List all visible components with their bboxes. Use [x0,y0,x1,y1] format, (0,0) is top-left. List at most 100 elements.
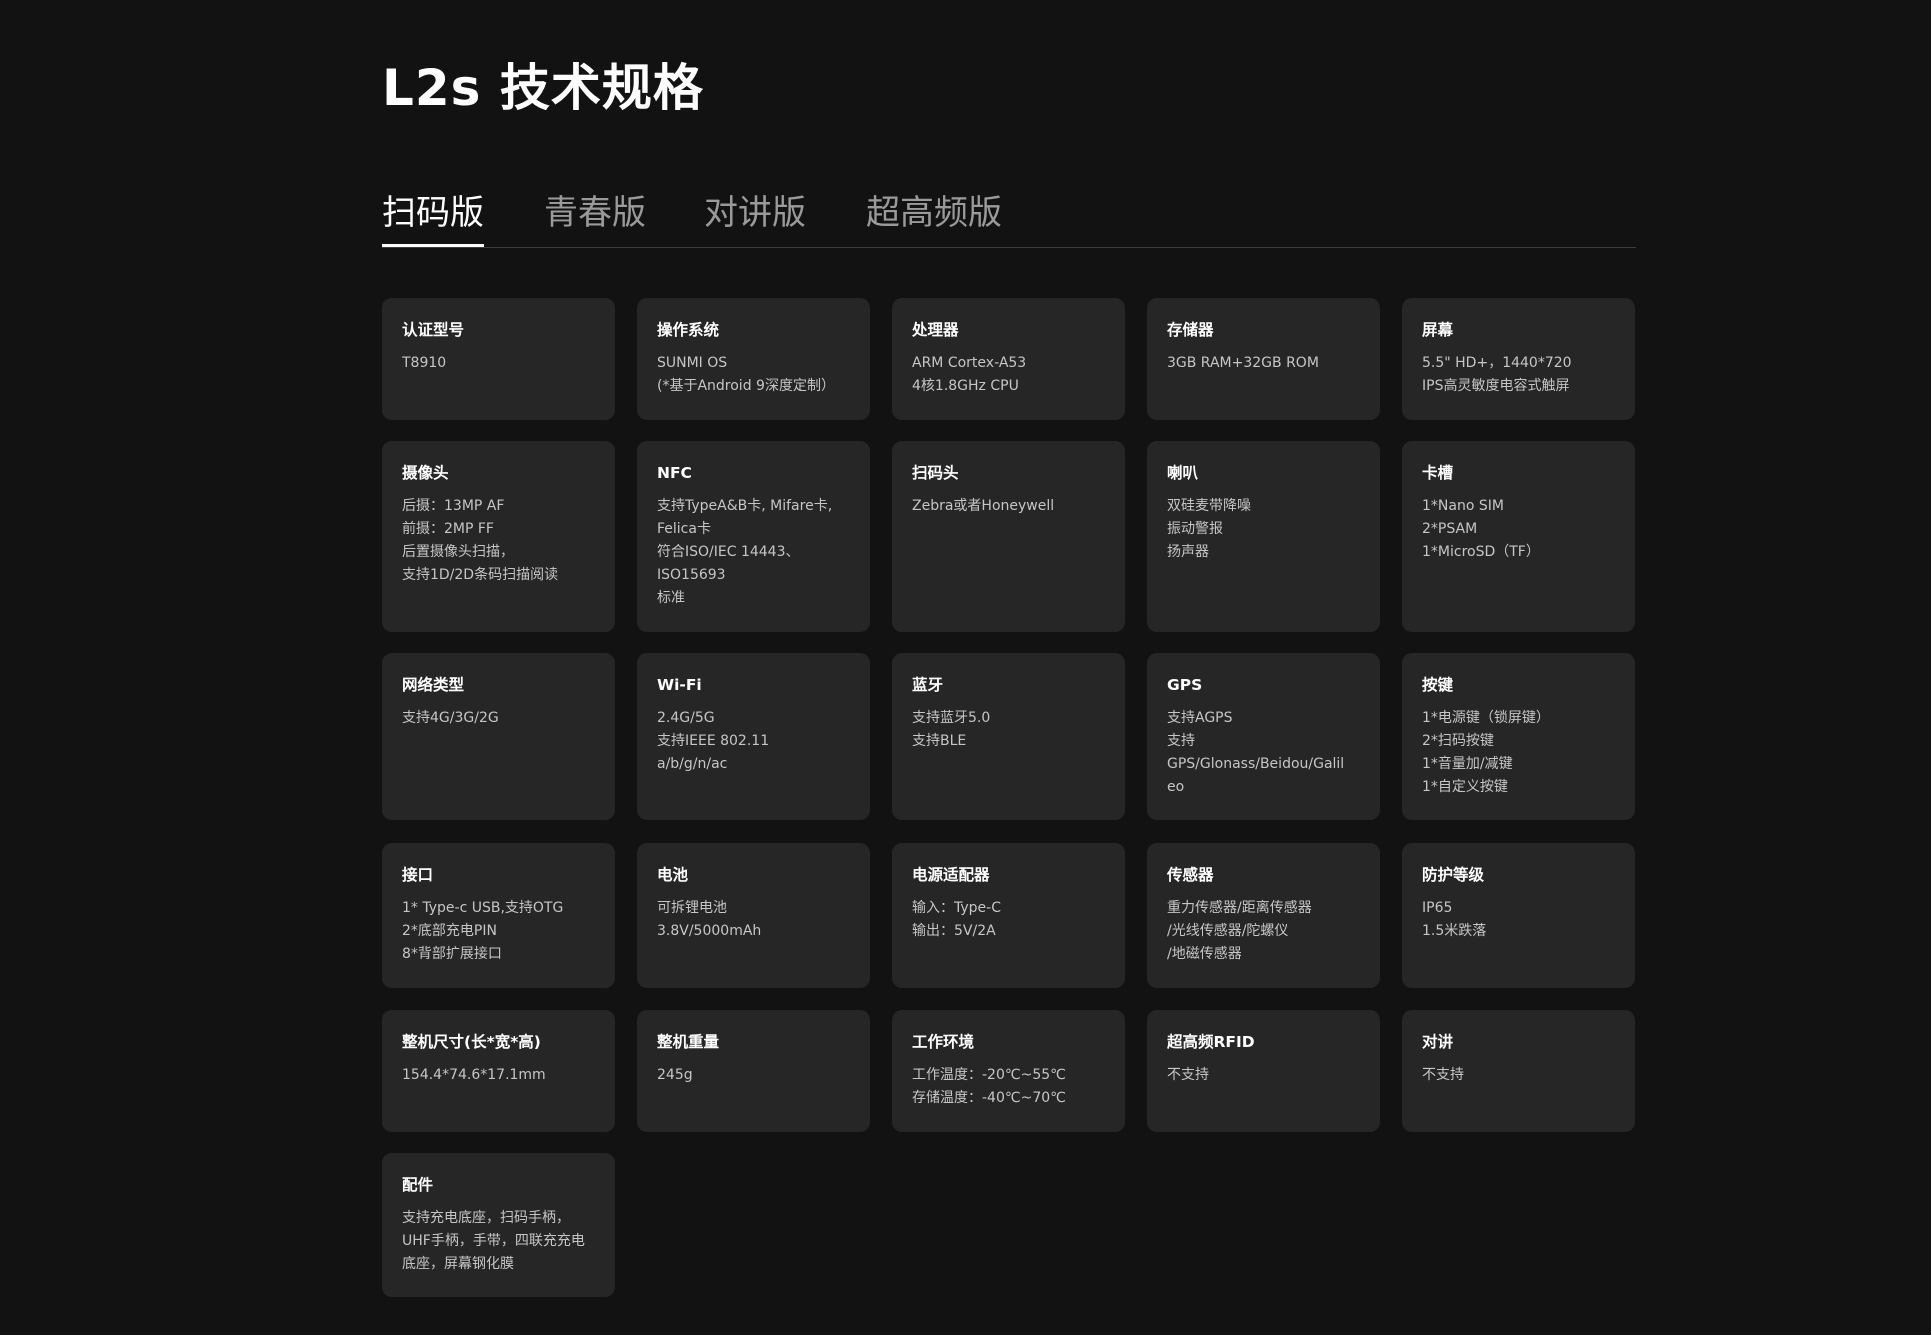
spec-card-title: 卡槽 [1422,464,1454,482]
spec-card-title: 整机重量 [657,1033,720,1051]
spec-card: 操作系统 SUNMI OS (*基于Android 9深度定制） [637,298,870,420]
spec-card: 蓝牙 支持蓝牙5.0 支持BLE [892,653,1125,820]
spec-card-value: IPS高灵敏度电容式触屏 [1422,378,1570,394]
spec-card-value: 1*音量加/减键 [1422,756,1513,772]
spec-card-value: 底座，屏幕钢化膜 [402,1256,514,1272]
spec-card: 配件支持充电底座，扫码手柄， UHF手柄，手带，四联充充电 底座，屏幕钢化膜 [382,1153,615,1297]
spec-card-title: 传感器 [1167,866,1214,884]
spec-card-value: 可拆锂电池 [657,900,727,916]
spec-card-title: 超高频RFID [1167,1033,1255,1051]
spec-card-title: 蓝牙 [912,676,944,694]
spec-card-title: 接口 [402,866,434,884]
spec-card-value: 扬声器 [1167,544,1209,560]
spec-card-value: 支持AGPS [1167,710,1233,726]
spec-card-value: 3.8V/5000mAh [657,923,762,939]
spec-card: 存储器 3GB RAM+32GB ROM [1147,298,1380,420]
spec-card: 认证型号 T8910 [382,298,615,420]
spec-card-value: 重力传感器/距离传感器 [1167,900,1312,916]
spec-card: 屏幕 5.5" HD+，1440*720 IPS高灵敏度电容式触屏 [1402,298,1635,420]
spec-card-title: 电源适配器 [912,866,990,884]
spec-card-value: 输入：Type-C [912,900,1001,916]
spec-card-value: 2*底部充电PIN [402,923,497,939]
spec-card-title: 扫码头 [912,464,959,482]
spec-card-value: 支持 [1167,733,1195,749]
spec-card-value: (*基于Android 9深度定制） [657,378,835,394]
spec-card: 扫码头 Zebra或者Honeywell [892,441,1125,632]
spec-card-value: 1*电源键（锁屏键） [1422,710,1550,726]
spec-card-value: GPS/Glonass/Beidou/Galil [1167,756,1345,772]
spec-card: 对讲 不支持 [1402,1010,1635,1132]
spec-card-value: 8*背部扩展接口 [402,946,502,962]
spec-card-value: 2*PSAM [1422,521,1478,537]
spec-card: 电源适配器输入：Type-C 输出：5V/2A [892,843,1125,988]
spec-card-value: 不支持 [1422,1067,1464,1083]
spec-card-value: Zebra或者Honeywell [912,498,1055,514]
spec-card-value: 不支持 [1167,1067,1209,1083]
spec-card-value: 后置摄像头扫描， [402,544,514,560]
spec-card-title: 电池 [657,866,689,884]
spec-card-title: 整机尺寸(长*宽*高) [402,1033,541,1051]
spec-card-title: 按键 [1422,676,1454,694]
spec-card-title: 处理器 [912,321,959,339]
spec-card-title: 认证型号 [402,321,465,339]
page-title: L2s 技术规格 [382,59,704,117]
spec-card-value: 双硅麦带降噪 [1167,498,1251,514]
spec-card-value: ARM Cortex-A53 [912,355,1027,371]
tab-intercom-version[interactable]: 对讲版 [704,185,806,246]
spec-card-value: a/b/g/n/ac [657,756,728,772]
spec-card: 超高频RFID 不支持 [1147,1010,1380,1132]
spec-card: 网络类型 支持4G/3G/2G [382,653,615,820]
spec-card: 接口 1* Type-c USB,支持OTG 2*底部充电PIN 8*背部扩展接口 [382,843,615,988]
spec-card: 工作环境工作温度：-20℃~55℃ 存储温度：-40℃~70℃ [892,1010,1125,1132]
spec-card-value: 支持1D/2D条码扫描阅读 [402,567,559,583]
spec-card: 电池可拆锂电池 3.8V/5000mAh [637,843,870,988]
spec-card-value: eo [1167,779,1185,795]
spec-card-value: 1*MicroSD（TF） [1422,544,1540,560]
spec-card-value: 存储温度：-40℃~70℃ [912,1090,1066,1106]
spec-card-title: 存储器 [1167,321,1214,339]
tab-uhf-version[interactable]: 超高频版 [866,185,1002,246]
spec-card-value: 支持TypeA&B卡, Mifare卡, [657,498,833,514]
spec-card-value: 支持IEEE 802.11 [657,733,770,749]
spec-card: 摄像头 后摄：13MP AF 前摄：2MP FF 后置摄像头扫描， 支持1D/2D条码扫… [382,441,615,632]
spec-card-value: /光线传感器/陀螺仪 [1167,923,1289,939]
spec-card-title: 操作系统 [657,321,720,339]
spec-card-value: 1*自定义按键 [1422,779,1508,795]
spec-card-value: 1*Nano SIM [1422,498,1504,514]
spec-card-value: UHF手柄，手带，四联充充电 [402,1233,585,1249]
spec-card-value: 2*扫码按键 [1422,733,1494,749]
spec-card-value: 支持充电底座，扫码手柄， [402,1210,570,1226]
spec-card: 整机重量 245g [637,1010,870,1132]
spec-card-title: 配件 [402,1176,434,1194]
spec-card-value: 4核1.8GHz CPU [912,378,1019,394]
spec-card: Wi-Fi 2.4G/5G 支持IEEE 802.11 a/b/g/n/ac [637,653,870,820]
spec-card-value: 输出：5V/2A [912,923,996,939]
spec-card-value: 2.4G/5G [657,710,715,726]
spec-card-title: 工作环境 [912,1033,975,1051]
tab-youth-version[interactable]: 青春版 [544,185,646,246]
spec-card-value: 支持BLE [912,733,967,749]
spec-card-value: /地磁传感器 [1167,946,1242,962]
spec-card-value: ISO15693 [657,567,726,583]
spec-card-value: 前摄：2MP FF [402,521,494,537]
spec-card-title: 摄像头 [402,464,449,482]
spec-card-value: 工作温度：-20℃~55℃ [912,1067,1066,1083]
spec-card-title: Wi-Fi [657,676,702,694]
spec-card: GPS 支持AGPS 支持 GPS/Glonass/Beidou/Galil eo [1147,653,1380,820]
spec-card: 喇叭 双硅麦带降噪 振动警报 扬声器 [1147,441,1380,632]
spec-card-title: 屏幕 [1422,321,1454,339]
spec-card-value: 支持4G/3G/2G [402,710,499,726]
spec-card-value: 标准 [657,590,685,606]
spec-card-value: Felica卡 [657,521,711,537]
spec-card-title: NFC [657,464,692,482]
spec-card-value: 5.5" HD+，1440*720 [1422,355,1572,371]
spec-card-value: 1.5米跌落 [1422,923,1487,939]
spec-card: 按键 1*电源键（锁屏键） 2*扫码按键 1*音量加/减键 1*自定义按键 [1402,653,1635,820]
spec-card-value: 245g [657,1067,693,1083]
spec-card: 整机尺寸(长*宽*高) 154.4*74.6*17.1mm [382,1010,615,1132]
spec-card: 处理器 ARM Cortex-A53 4核1.8GHz CPU [892,298,1125,420]
tab-scan-version[interactable]: 扫码版 [382,185,484,247]
spec-card: 传感器重力传感器/距离传感器/光线传感器/陀螺仪/地磁传感器 [1147,843,1380,988]
spec-card-title: 喇叭 [1167,464,1199,482]
spec-card: 防护等级 IP65 1.5米跌落 [1402,843,1635,988]
